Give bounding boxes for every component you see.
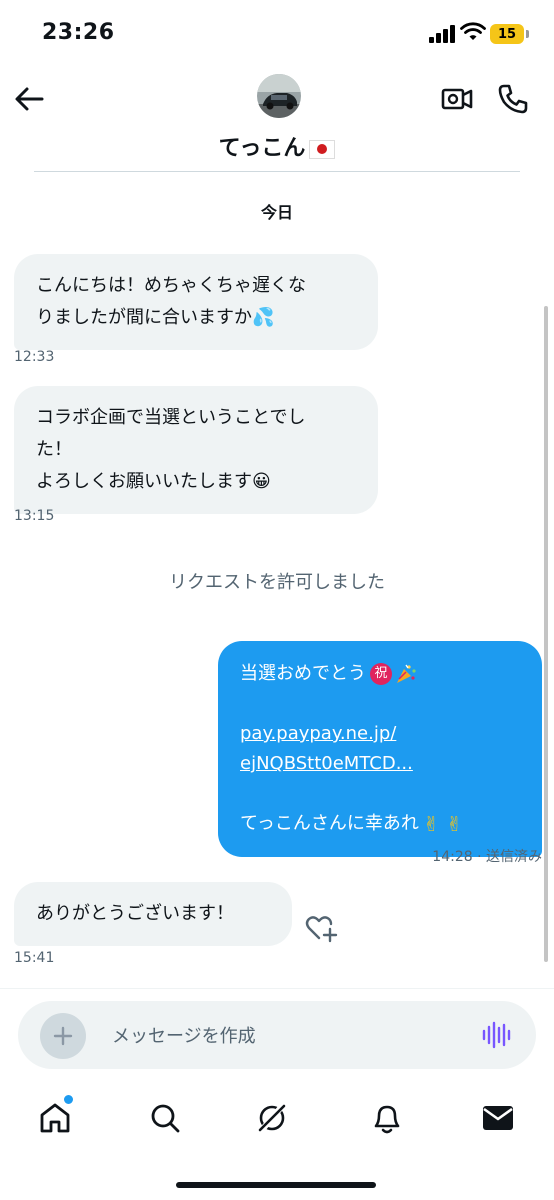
bottom-navigation [0,1090,554,1150]
voice-message-icon[interactable] [480,1019,512,1051]
header-divider [34,171,520,172]
message-line: りましたが間に合いますか💦 [36,307,275,328]
wifi-icon [460,22,486,40]
contact-name[interactable]: てっこん [0,130,554,162]
message-line: よろしくお願いいたします😀 [36,471,271,492]
add-media-button[interactable] [40,1013,86,1059]
message-timestamp: 15:41 [14,950,55,966]
nav-notifications[interactable] [367,1098,407,1138]
grok-icon [258,1102,286,1134]
home-indicator[interactable] [176,1182,376,1188]
video-call-icon[interactable] [440,82,474,116]
battery-icon: 15 [490,24,530,44]
status-bar: 23:26 15 [0,0,554,70]
contact-avatar[interactable] [257,74,301,118]
message-line: ありがとうございます！ [36,903,234,924]
messages-icon [483,1106,513,1130]
celebration-badge-icon: 祝 [370,663,392,685]
incoming-message-2[interactable]: コラボ企画で当選ということでし た！ よろしくお願いいたします😀 [14,386,378,514]
message-line: 当選おめでとう祝 [240,659,520,689]
battery-level: 15 [490,24,524,44]
notifications-icon [374,1105,400,1134]
dm-conversation-screen: 23:26 15 てっこん 今日 こんにちは！めちゃくちゃ遅くな りましたが間に… [0,0,554,1200]
outgoing-message-1[interactable]: 当選おめでとう祝 pay.paypay.ne.jp/ ejNQBStt0eMTC… [218,641,542,857]
message-text: てっこんさんに幸あれ [240,813,419,834]
composer-divider [0,988,554,989]
date-separator: 今日 [260,203,293,222]
status-time: 23:26 [42,20,115,45]
plus-icon [53,1026,73,1046]
home-notification-dot [62,1093,75,1106]
contact-name-text: てっこん [218,136,306,161]
signal-icon [429,25,455,43]
message-input[interactable] [110,1019,454,1053]
incoming-message-3[interactable]: ありがとうございます！ [14,882,292,946]
party-popper-icon [397,664,416,683]
message-timestamp: 12:33 [14,349,55,365]
message-text: 当選おめでとう [240,663,366,684]
message-line: た！ [36,439,72,460]
message-timestamp: 13:15 [14,508,55,524]
message-line: こんにちは！めちゃくちゃ遅くな [36,275,306,296]
back-arrow-icon[interactable] [12,82,46,116]
search-icon [151,1104,180,1133]
peace-hand-icon: ✌ ✌ [422,812,463,836]
sent-status: 14:28 · 送信済み [432,849,542,865]
incoming-message-1[interactable]: こんにちは！めちゃくちゃ遅くな りましたが間に合いますか💦 [14,254,378,350]
nav-grok[interactable] [252,1098,292,1138]
scrollbar[interactable] [544,306,548,962]
japan-flag-icon [309,139,336,159]
phone-icon[interactable] [496,82,530,116]
message-line: てっこんさんに幸あれ ✌ ✌ [240,809,520,839]
link-line: pay.paypay.ne.jp/ [240,723,397,744]
battery-tip [526,30,529,38]
nav-search[interactable] [145,1098,185,1138]
paypay-link[interactable]: pay.paypay.ne.jp/ ejNQBStt0eMTCD... [240,719,520,779]
add-reaction-heart-icon[interactable] [304,912,338,944]
nav-messages[interactable] [478,1098,518,1138]
system-note: リクエストを許可しました [169,572,385,593]
message-line: コラボ企画で当選ということでし [36,407,306,428]
link-line: ejNQBStt0eMTCD... [240,753,413,774]
message-composer [18,1001,536,1069]
